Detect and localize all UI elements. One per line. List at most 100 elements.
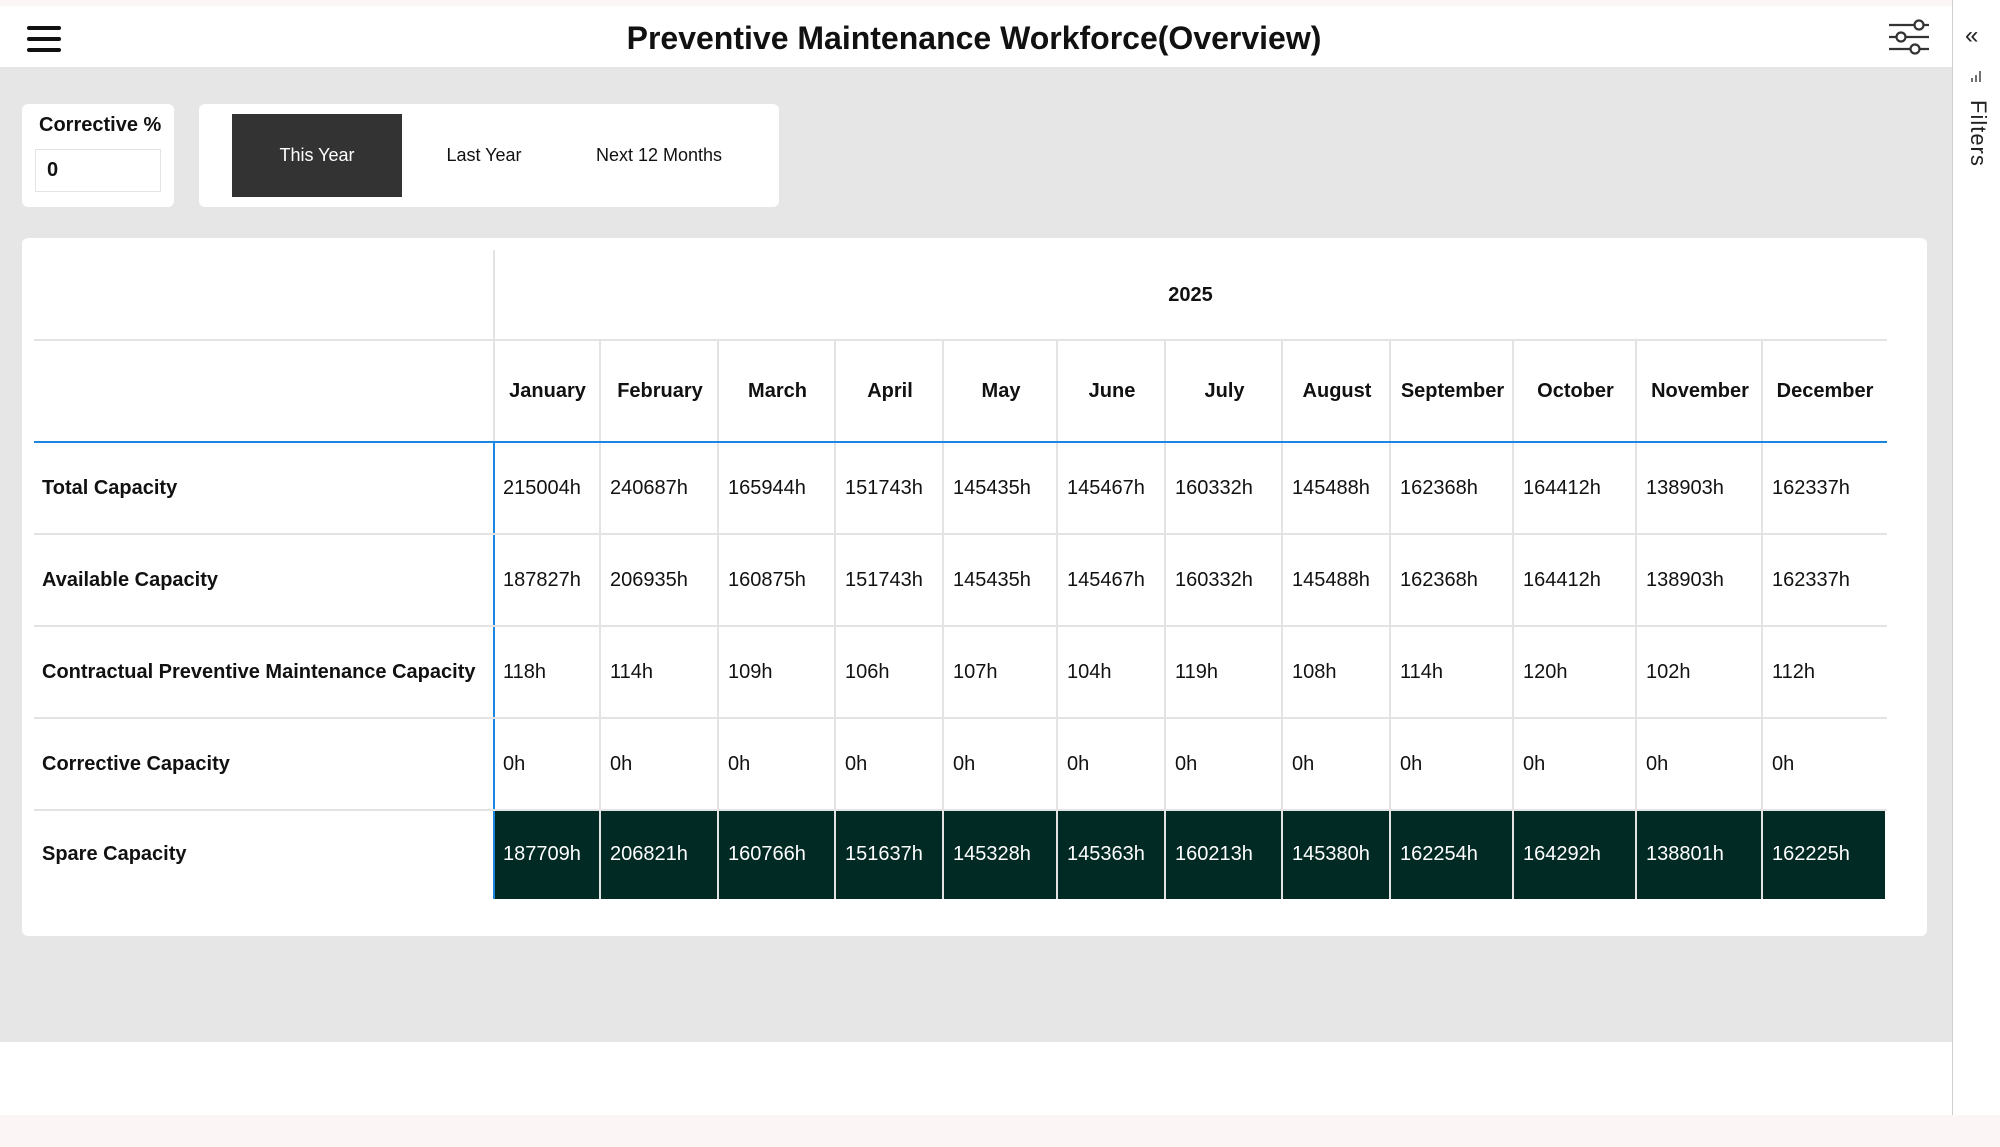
row-divider xyxy=(34,625,1887,627)
table-cell: 0h xyxy=(503,752,526,775)
month-column-divider xyxy=(1512,340,1514,899)
row-label: Available Capacity xyxy=(42,568,219,591)
table-cell: 107h xyxy=(953,660,998,683)
month-column-divider xyxy=(1164,340,1166,899)
table-cell: 120h xyxy=(1523,660,1568,683)
month-header-january: January xyxy=(509,379,586,402)
table-cell: 0h xyxy=(845,752,868,775)
label-column-divider-accent xyxy=(493,442,495,899)
month-header-july: July xyxy=(1204,379,1245,402)
table-cell: 206935h xyxy=(610,568,688,591)
table-row-contractual-preventive-maintenance-capacity: Contractual Preventive Maintenance Capac… xyxy=(34,626,1887,718)
table-cell: 162337h xyxy=(1772,476,1850,499)
table-cell: 114h xyxy=(610,660,654,683)
table-cell: 164292h xyxy=(1514,810,1635,899)
month-column-divider xyxy=(942,340,944,899)
row-label: Spare Capacity xyxy=(42,843,187,865)
year-header: 2025 xyxy=(1168,283,1213,306)
table-cell: 162368h xyxy=(1400,476,1478,499)
table-cell: 145488h xyxy=(1292,568,1370,591)
table-cell: 164412h xyxy=(1523,568,1601,591)
row-divider xyxy=(34,809,1887,811)
table-cell: 0h xyxy=(1292,752,1315,775)
table-cell: 138903h xyxy=(1646,476,1724,499)
table-row-spare-capacity: Spare Capacity 187709h 206821h 160766h 15163… xyxy=(34,810,1887,899)
table-cell: 145435h xyxy=(953,568,1031,591)
table-row-total-capacity: Total Capacity 215004h 240687h 165944h 15174… xyxy=(34,442,1887,534)
table-cell: 104h xyxy=(1067,660,1112,683)
month-header-april: April xyxy=(867,379,913,402)
table-cell: 106h xyxy=(845,660,890,683)
month-header-october: October xyxy=(1537,379,1614,402)
corrective-percent-label: Corrective % xyxy=(39,114,162,136)
period-this-year-button[interactable]: This Year xyxy=(232,114,402,197)
row-label: Total Capacity xyxy=(42,476,178,499)
table-cell: 145380h xyxy=(1283,810,1389,899)
filters-label[interactable]: Filters xyxy=(1963,100,1991,167)
table-cell: 119h xyxy=(1175,660,1219,683)
period-last-year-button[interactable]: Last Year xyxy=(414,114,554,197)
table-cell: 0h xyxy=(610,752,633,775)
period-next-12-months-button[interactable]: Next 12 Months xyxy=(569,114,749,197)
corrective-percent-card: Corrective % xyxy=(22,104,174,207)
table-row-available-capacity: Available Capacity 187827h 206935h 160875h 1… xyxy=(34,534,1887,626)
month-column-divider xyxy=(599,340,601,899)
table-cell: 0h xyxy=(953,752,976,775)
year-row-divider xyxy=(34,339,1887,341)
page-title: Preventive Maintenance Workforce(Overvie… xyxy=(626,20,1322,56)
table-cell: 160332h xyxy=(1175,568,1253,591)
table-cell: 145363h xyxy=(1058,810,1164,899)
month-column-divider xyxy=(1281,340,1283,899)
table-cell: 112h xyxy=(1772,660,1816,683)
label-column-divider xyxy=(493,250,495,442)
month-column-divider xyxy=(1389,340,1391,899)
table-cell: 0h xyxy=(1523,752,1546,775)
month-header-september: September xyxy=(1400,379,1505,402)
table-cell: 206821h xyxy=(601,810,717,899)
row-divider xyxy=(34,533,1887,535)
table-cell: 160766h xyxy=(719,810,834,899)
year-header-row: 2025 xyxy=(34,250,1887,340)
table-cell: 114h xyxy=(1400,660,1444,683)
filter-settings-button[interactable] xyxy=(1879,6,1939,67)
table-cell: 165944h xyxy=(728,476,806,499)
month-column-divider xyxy=(717,340,719,899)
month-header-august: August xyxy=(1302,379,1372,402)
table-row-corrective-capacity: Corrective Capacity 0h 0h 0h 0h 0h 0h 0h 0h 0h 0h 0… xyxy=(34,718,1887,810)
header-body-divider xyxy=(34,441,1887,443)
month-header-june: June xyxy=(1088,379,1136,402)
table-cell: 145488h xyxy=(1292,476,1370,499)
filter-icon[interactable] xyxy=(1969,70,1983,84)
table-cell: 160332h xyxy=(1175,476,1253,499)
table-cell: 102h xyxy=(1646,660,1691,683)
table-cell: 160213h xyxy=(1166,810,1281,899)
corrective-percent-input[interactable] xyxy=(35,149,161,192)
row-label: Contractual Preventive Maintenance Capac… xyxy=(42,660,476,683)
sliders-icon xyxy=(1889,18,1929,55)
filters-pane: « Filters xyxy=(1952,0,2000,1115)
table-cell: 164412h xyxy=(1523,476,1601,499)
table-cell: 108h xyxy=(1292,660,1337,683)
table-cell: 145328h xyxy=(944,810,1056,899)
table-cell: 240687h xyxy=(610,476,688,499)
collapse-pane-icon[interactable]: « xyxy=(1965,22,1978,50)
table-cell: 162254h xyxy=(1391,810,1512,899)
table-cell: 162225h xyxy=(1763,810,1885,899)
month-column-divider xyxy=(1635,340,1637,899)
table-cell: 0h xyxy=(1772,752,1795,775)
table-cell: 160875h xyxy=(728,568,806,591)
table-cell: 145435h xyxy=(953,476,1031,499)
table-cell: 162368h xyxy=(1400,568,1478,591)
table-cell: 118h xyxy=(503,660,547,683)
table-cell: 151637h xyxy=(836,810,942,899)
month-column-divider xyxy=(1761,340,1763,899)
month-header-december: December xyxy=(1776,379,1874,402)
month-header-february: February xyxy=(617,379,703,402)
table-cell: 162337h xyxy=(1772,568,1850,591)
table-cell: 109h xyxy=(728,660,773,683)
report-canvas: Preventive Maintenance Workforce(Overvie… xyxy=(0,6,1952,1115)
table-cell: 0h xyxy=(1067,752,1090,775)
month-header-may: May xyxy=(981,379,1021,402)
table-cell: 151743h xyxy=(845,568,923,591)
table-cell: 0h xyxy=(1400,752,1423,775)
